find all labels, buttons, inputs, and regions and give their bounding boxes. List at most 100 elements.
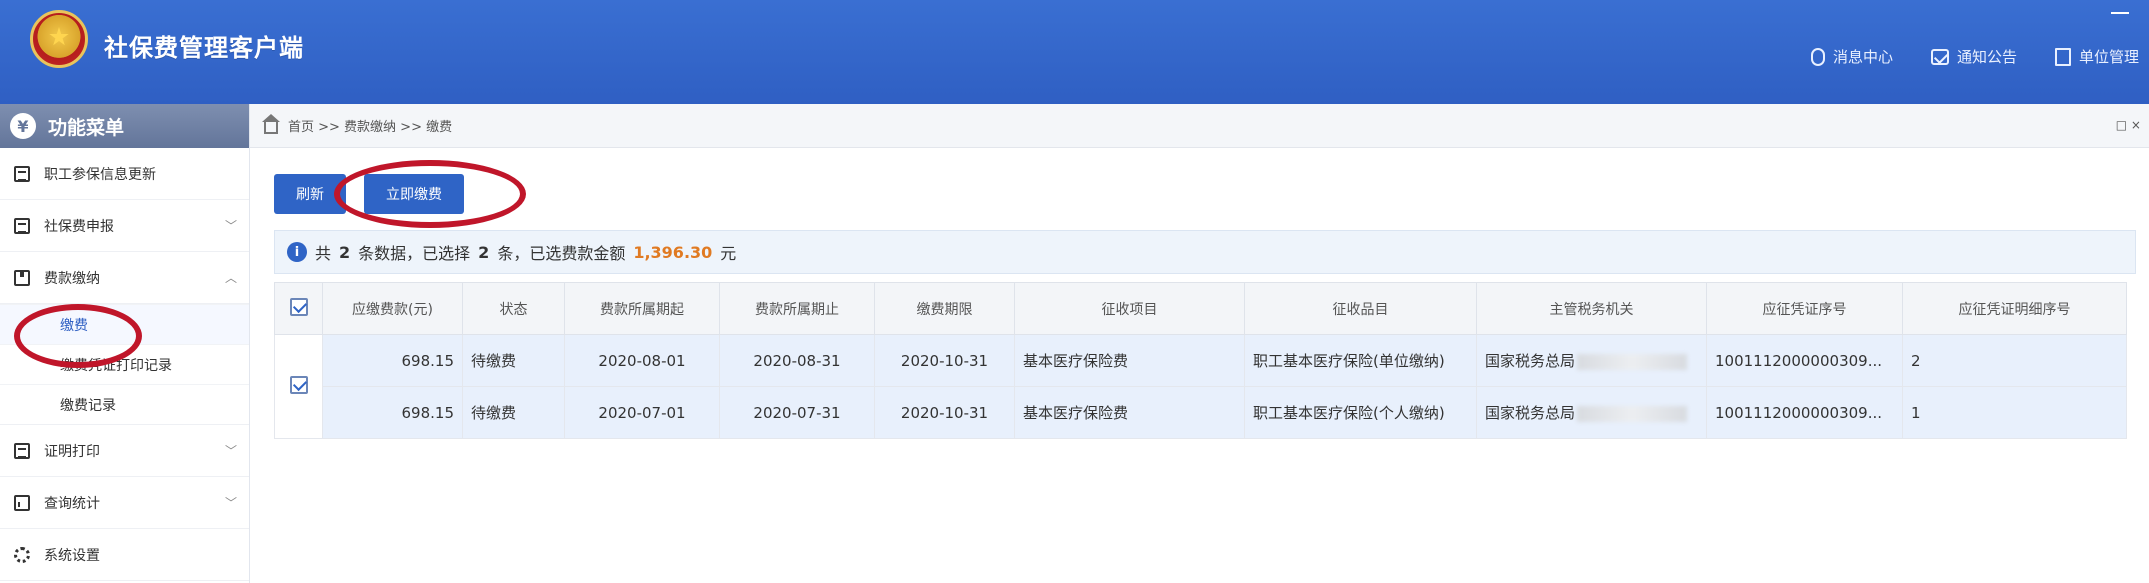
summary-amount: 1,396.30 <box>633 242 713 262</box>
col-header: 征收品目 <box>1244 282 1477 335</box>
cell-authority: 国家税务总局 <box>1476 334 1707 387</box>
cell-amount: 698.15 <box>322 386 463 439</box>
summary-mid2: 条，已选费款金额 <box>497 244 626 263</box>
summary-selected: 2 <box>478 242 490 262</box>
breadcrumb-text: 首页 >> 费款缴纳 >> 缴费 <box>288 120 453 135</box>
selection-summary: i 共 2 条数据，已选择 2 条，已选费款金额 1,396.30 元 <box>274 230 2136 274</box>
sidebar-item-settings[interactable]: 系统设置 <box>0 529 249 581</box>
gear-icon <box>14 546 30 563</box>
refresh-button[interactable]: 刷新 <box>274 174 346 214</box>
col-header: 应征凭证序号 <box>1706 282 1903 335</box>
col-header: 费款所属期止 <box>719 282 875 335</box>
redacted-block <box>1577 405 1688 422</box>
table-header-row: 应缴费款(元) 状态 费款所属期起 费款所属期止 缴费期限 征收项目 征收品目 … <box>274 282 2127 335</box>
sidebar-item-label: 职工参保信息更新 <box>44 166 156 183</box>
select-all-checkbox[interactable] <box>289 297 308 316</box>
payment-table: 应缴费款(元) 状态 费款所属期起 费款所属期止 缴费期限 征收项目 征收品目 … <box>274 282 2127 439</box>
sidebar-item-label: 证明打印 <box>44 443 100 460</box>
main-content: 首页 >> 费款缴纳 >> 缴费 □ × 刷新 立即缴费 i 共 2 条数据，已… <box>250 104 2149 583</box>
cell-authority: 国家税务总局 <box>1476 386 1707 439</box>
payment-table-wrapper: 应缴费款(元) 状态 费款所属期起 费款所属期止 缴费期限 征收项目 征收品目 … <box>274 282 2136 439</box>
yen-icon: ¥ <box>10 113 36 139</box>
cell-period-start: 2020-08-01 <box>564 334 720 387</box>
unit-management-label: 单位管理 <box>2078 48 2139 66</box>
sidebar-title: ¥ 功能菜单 <box>0 104 249 148</box>
cell-deadline: 2020-10-31 <box>874 334 1015 387</box>
cell-voucher-no: 1001112000000309... <box>1706 386 1903 439</box>
cell-voucher-no: 1001112000000309... <box>1706 334 1903 387</box>
summary-suffix: 元 <box>720 244 737 263</box>
col-header: 缴费期限 <box>874 282 1015 335</box>
col-header: 应征凭证明细序号 <box>1902 282 2127 335</box>
cell-item: 基本医疗保险费 <box>1014 334 1245 387</box>
cell-period-end: 2020-08-31 <box>719 334 875 387</box>
sidebar: ¥ 功能菜单 职工参保信息更新 社保费申报 ﹀ 费款缴纳 ︿ 缴费 缴费凭证打印… <box>0 104 250 583</box>
cell-voucher-detail-no: 1 <box>1902 386 2127 439</box>
table-row[interactable]: 698.15 待缴费 2020-07-01 2020-07-31 2020-10… <box>275 386 2127 439</box>
sidebar-item-certificate-print[interactable]: 证明打印 ﹀ <box>0 425 249 477</box>
list-icon <box>14 442 30 459</box>
message-center-label: 消息中心 <box>1832 48 1893 66</box>
chevron-down-icon: ﹀ <box>224 444 237 458</box>
unit-management-link[interactable]: 单位管理 <box>2054 46 2139 67</box>
table-row[interactable]: 698.15 待缴费 2020-08-01 2020-08-31 2020-10… <box>274 334 2127 439</box>
home-icon[interactable] <box>262 113 280 134</box>
cell-status: 待缴费 <box>462 334 565 387</box>
chevron-down-icon: ﹀ <box>224 496 237 510</box>
col-header: 主管税务机关 <box>1476 282 1707 335</box>
col-header: 状态 <box>462 282 565 335</box>
app-title: 社保费管理客户端 <box>104 34 304 62</box>
bookmark-icon <box>14 269 30 286</box>
building-icon <box>2054 47 2071 66</box>
mail-icon <box>1930 48 1949 65</box>
cell-deadline: 2020-10-31 <box>874 386 1015 439</box>
summary-prefix: 共 <box>315 244 332 263</box>
sidebar-subitem-payment-records[interactable]: 缴费记录 <box>0 384 249 424</box>
list-icon <box>14 217 30 234</box>
select-all-cell[interactable] <box>274 282 323 335</box>
row-checkbox-cell[interactable] <box>274 334 323 439</box>
window-controls <box>2111 0 2129 14</box>
sidebar-item-declaration[interactable]: 社保费申报 ﹀ <box>0 200 249 252</box>
col-header: 费款所属期起 <box>564 282 720 335</box>
row-checkbox[interactable] <box>289 375 308 394</box>
sidebar-item-payment[interactable]: 费款缴纳 ︿ <box>0 252 249 304</box>
notice-link[interactable]: 通知公告 <box>1930 46 2017 67</box>
payment-submenu: 缴费 缴费凭证打印记录 缴费记录 <box>0 304 249 425</box>
sidebar-item-label: 费款缴纳 <box>44 270 100 287</box>
minimize-icon[interactable] <box>2111 0 2129 14</box>
sidebar-subitem-voucher-print-records[interactable]: 缴费凭证打印记录 <box>0 344 249 384</box>
sidebar-subitem-pay[interactable]: 缴费 <box>0 304 249 344</box>
chevron-down-icon: ﹀ <box>224 219 237 233</box>
info-icon: i <box>287 242 307 262</box>
cell-subitem: 职工基本医疗保险(个人缴纳) <box>1244 386 1477 439</box>
cell-subitem: 职工基本医疗保险(单位缴纳) <box>1244 334 1477 387</box>
summary-total: 2 <box>339 242 351 262</box>
breadcrumb: 首页 >> 费款缴纳 >> 缴费 □ × <box>250 104 2149 148</box>
sidebar-item-employee-info[interactable]: 职工参保信息更新 <box>0 148 249 200</box>
redacted-block <box>1577 353 1688 370</box>
chevron-up-icon: ︿ <box>224 271 237 285</box>
cell-amount: 698.15 <box>322 334 463 387</box>
tab-controls[interactable]: □ × <box>2116 118 2141 132</box>
app-header: 社保费管理客户端 消息中心 通知公告 单位管理 <box>0 0 2149 104</box>
sidebar-title-label: 功能菜单 <box>48 116 125 139</box>
cell-item: 基本医疗保险费 <box>1014 386 1245 439</box>
cell-status: 待缴费 <box>462 386 565 439</box>
notice-label: 通知公告 <box>1956 48 2017 66</box>
sidebar-item-label: 系统设置 <box>44 547 100 564</box>
summary-mid1: 条数据，已选择 <box>358 244 471 263</box>
toolbar: 刷新 立即缴费 <box>274 174 464 214</box>
cell-voucher-detail-no: 2 <box>1902 334 2127 387</box>
header-links: 消息中心 通知公告 单位管理 <box>1810 46 2139 67</box>
sidebar-item-label: 查询统计 <box>44 495 100 512</box>
col-header: 应缴费款(元) <box>322 282 463 335</box>
sidebar-item-query-stats[interactable]: 查询统计 ﹀ <box>0 477 249 529</box>
tax-emblem-icon <box>30 10 88 68</box>
speaker-icon <box>1810 47 1825 66</box>
sidebar-item-label: 社保费申报 <box>44 218 114 235</box>
cell-period-start: 2020-07-01 <box>564 386 720 439</box>
message-center-link[interactable]: 消息中心 <box>1810 46 1893 67</box>
pay-now-button[interactable]: 立即缴费 <box>364 174 464 214</box>
col-header: 征收项目 <box>1014 282 1245 335</box>
